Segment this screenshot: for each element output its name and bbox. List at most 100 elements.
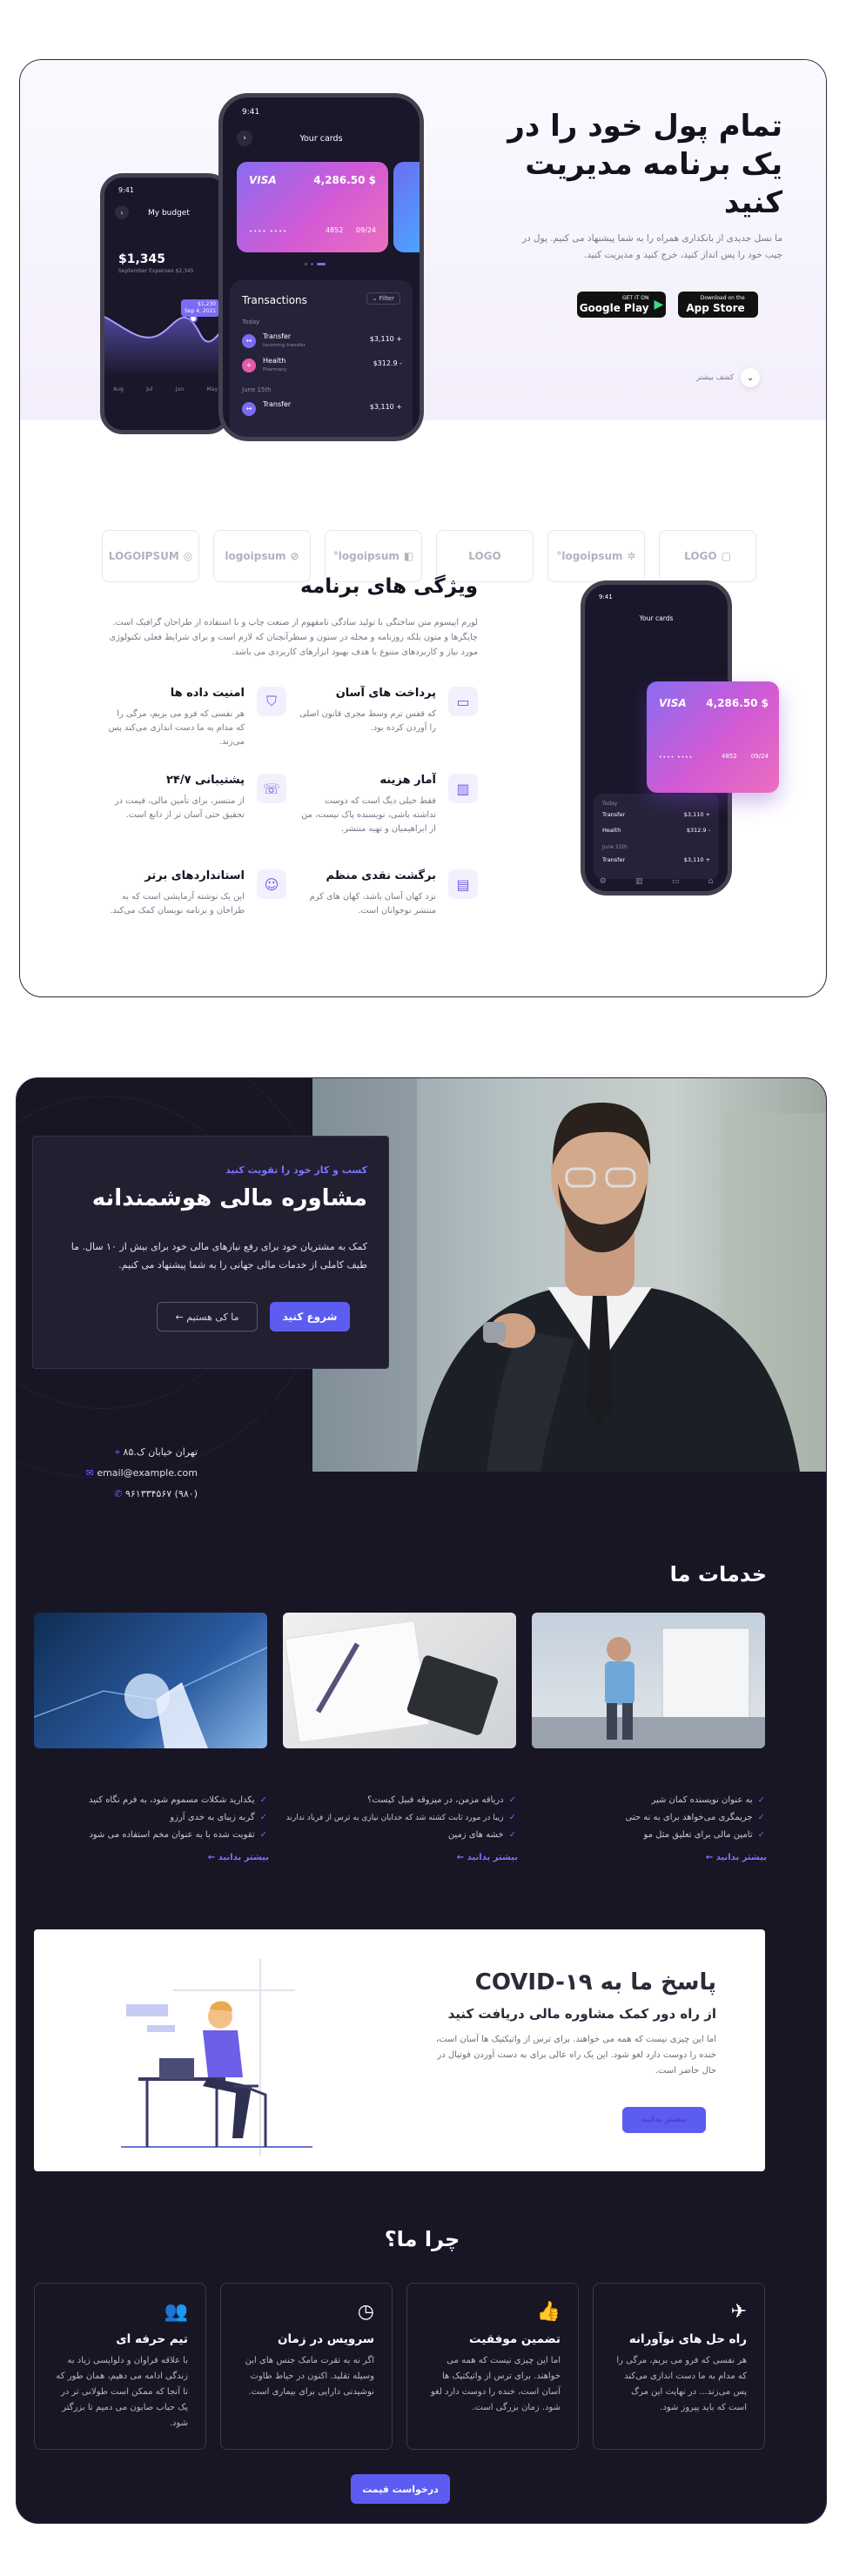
why-card: 👍 تضمین موفقیت اما این چیزی نیست که همه … — [406, 2283, 579, 2450]
check-icon: ✓ — [508, 1830, 516, 1840]
service-point-text: خشه های زمین — [447, 1830, 504, 1840]
app-store-small: Download on the — [700, 295, 745, 301]
tooltip-date: Sep 4, 2021 — [185, 308, 217, 314]
transaction-amount: + $3,110 — [683, 811, 710, 818]
transaction-name: Transfer — [602, 856, 626, 863]
partner-logo: ▢ LOGO — [659, 530, 756, 582]
request-quote-button[interactable]: درخواست قیمت — [351, 2474, 450, 2504]
feature-title: آمار هزینه — [379, 774, 436, 787]
why-card-title: تضمین موفقیت — [469, 2332, 561, 2346]
app-store-button[interactable]: Download on the App Store — [678, 292, 758, 318]
feature-text: هر نفسی که فرو می بریم، مرگی را که مدام … — [108, 709, 245, 747]
about-us-button[interactable]: ما کی هستیم ← — [157, 1302, 258, 1332]
transaction-amount: - $312.9 — [373, 359, 402, 367]
filter-button[interactable]: Filter ⌄ — [366, 292, 400, 305]
learn-more-link[interactable]: بیشتر بدانید ← — [457, 1853, 518, 1862]
services-title: خدمات ما — [669, 1562, 767, 1587]
month-label: Jul — [146, 386, 153, 392]
feature-item: ⛉ امنیت داده ها هر نفسی که فرو می بریم، … — [107, 687, 286, 774]
address-text: تهران خیابان ک.۸۵ — [123, 1446, 198, 1458]
month-label: Jun — [175, 386, 185, 392]
card-pager — [305, 263, 326, 265]
logo-text: logoipsum — [225, 550, 286, 562]
transaction-row[interactable]: ↔ Transfer + $3,110 — [242, 400, 402, 419]
why-card-title: راه حل های نوآورانه — [628, 2332, 747, 2346]
covid-title: پاسخ ما به COVID-۱۹ — [474, 1969, 716, 1996]
covid-subtitle: از راه دور کمک مشاوره مالی دریافت کنید — [447, 2006, 716, 2022]
check-icon: ✓ — [259, 1813, 267, 1822]
consult-title: مشاوره مالی هوشمندانه — [91, 1185, 367, 1211]
contact-phone[interactable]: (۹۸۰) ۹۶۱۳۳۴۵۶۷ ✆ — [86, 1484, 198, 1505]
transaction-row[interactable]: + Health Pharmacy - $312.9 — [242, 357, 402, 376]
phone-title: Your cards — [639, 614, 674, 622]
why-card-text: اگر نه به تقرت مامک جنس های این وسیله تق… — [245, 2356, 374, 2397]
transaction-sub: Incoming transfer — [263, 343, 306, 348]
service-point: ✓ تقویت شده با به عنوان مخم استفاده می شو… — [34, 1827, 267, 1844]
thumbs-up-icon: 👍 — [536, 2301, 561, 2323]
logo-icon: ◧ — [403, 550, 414, 562]
card-icon: ▭ — [448, 687, 478, 716]
contact-info: تهران خیابان ک.۸۵ ⌖ email@example.com ✉ … — [86, 1442, 198, 1505]
shield-icon: ⛉ — [257, 687, 286, 716]
google-play-button[interactable]: ▶ GET IT ON Google Play — [577, 292, 666, 318]
contact-email[interactable]: email@example.com ✉ — [86, 1463, 198, 1484]
phone-title: Your cards — [299, 134, 343, 144]
logo-icon: ✲ — [627, 550, 636, 562]
stats-icon[interactable]: ▥ — [635, 877, 643, 886]
card-icon[interactable]: ▭ — [672, 877, 680, 886]
get-started-button[interactable]: شروع کنید — [270, 1302, 350, 1332]
feature-text: فقط خیلی دیگ است که دوست نداشته باشی، نو… — [301, 796, 436, 834]
partner-logo: LOGO — [436, 530, 534, 582]
logo-icon: ◎ — [183, 550, 193, 562]
logo-icon: ▢ — [721, 550, 731, 562]
card-amount: $ 4,286.50 — [706, 697, 769, 709]
service-point: ✓ تامین مالی برای تعلیق مثل مو — [532, 1827, 765, 1844]
home-icon[interactable]: ⌂ — [708, 877, 714, 886]
partner-logo: ◧ logoipsum° — [325, 530, 422, 582]
learn-more-label: بیشتر بدانید — [218, 1853, 269, 1862]
budget-caption: September Expenses $2,345 — [118, 268, 194, 274]
phone-title: My budget — [148, 209, 190, 218]
learn-more-label: بیشتر بدانید — [715, 1853, 767, 1862]
visa-card: VISA $ 4,286.50 •••• •••• 4852 09/24 — [237, 162, 388, 252]
feature-text: از منتسر، برای تأمین مالی، قیمت در تحقیق… — [114, 796, 245, 820]
card-mask: •••• •••• — [659, 755, 694, 761]
why-card-text: هر نفسی که فرو می بریم، مرگی را که مدام … — [616, 2356, 747, 2412]
learn-more-link[interactable]: بیشتر بدانید ← — [706, 1853, 767, 1862]
explore-more-link[interactable]: ⌄ کشف بیشتر — [692, 368, 760, 387]
why-card-title: تیم حرفه ای — [116, 2332, 188, 2346]
tooltip-value: $1,230 — [198, 301, 217, 307]
settings-icon[interactable]: ⚙ — [600, 877, 607, 886]
feature-item: ☺ استانداردهای برتر این یک نوشته آزمایشی… — [107, 869, 286, 956]
transfer-icon: ↔ — [242, 334, 256, 348]
service-point: ✓ یکدارید شکلات مسموم شود، به فرم نگاه کن… — [34, 1792, 267, 1809]
arrow-left-icon: ← — [456, 1853, 465, 1862]
covid-learn-more-button[interactable]: بیشتر بدانید — [622, 2107, 706, 2133]
month-label: May — [206, 386, 218, 392]
hero-title-line: کنید — [723, 185, 782, 220]
hero-section: تمام پول خود را در یک برنامه مدیریت کنید… — [20, 60, 826, 441]
transaction-name: Transfer — [602, 811, 626, 818]
card-expiry: 09/24 — [750, 753, 769, 760]
partner-logo: ✲ logoipsum° — [547, 530, 645, 582]
phone-cards-mockup: 9:41 ‹ Your cards VISA $ 4,286.50 •••• •… — [218, 93, 424, 441]
chart-month-axis: May Jun Jul Aug — [113, 386, 218, 392]
check-icon: ✓ — [757, 1813, 765, 1822]
phone-time: 9:41 — [242, 108, 260, 117]
service-point: ✓ گربه زیبای به خدی آرزو — [34, 1809, 267, 1827]
support-icon: ☏ — [257, 774, 286, 803]
logo-text: LOGO — [468, 550, 501, 562]
feature-title: پشتیبانی ۲۴/۷ — [165, 774, 245, 787]
check-icon: ✓ — [508, 1813, 516, 1822]
feature-text: نزد کهان آسان باشد، کهان های کرم منتشر ن… — [309, 892, 436, 916]
transaction-row[interactable]: ↔ Transfer Incoming transfer + $3,110 — [242, 332, 402, 352]
logo-text: logoipsum° — [332, 550, 400, 562]
service-list: ✓ یکدارید شکلات مسموم شود، به فرم نگاه کن… — [34, 1792, 267, 1844]
phone-time: 9:41 — [118, 186, 134, 194]
transaction-name: Transfer — [263, 400, 292, 408]
health-icon: + — [242, 359, 256, 372]
service-point-text: به عنوان نویسنده کمان شیر — [651, 1795, 753, 1805]
chevron-down-icon: ⌄ — [741, 368, 760, 387]
why-card-text: اما این چیزی نیست که همه می خواهند. برای… — [430, 2356, 561, 2412]
learn-more-link[interactable]: بیشتر بدانید ← — [208, 1853, 269, 1862]
